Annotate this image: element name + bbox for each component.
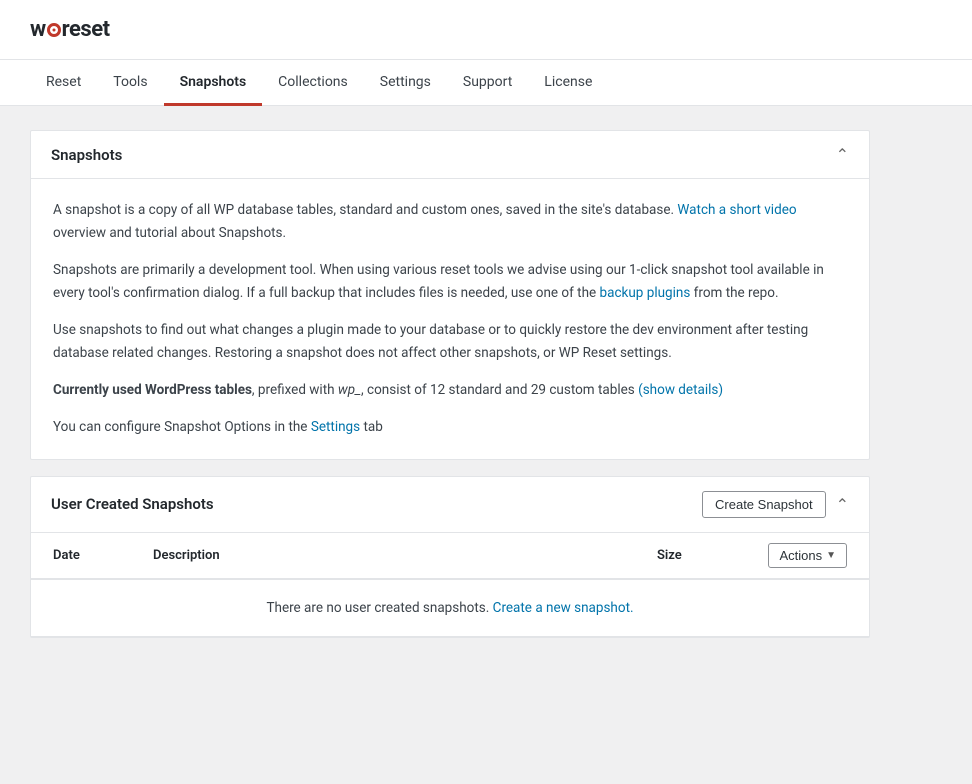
nav-item-tools[interactable]: Tools — [97, 60, 163, 106]
snapshots-para4: Currently used WordPress tables, prefixe… — [53, 379, 847, 402]
snapshots-card-body: A snapshot is a copy of all WP database … — [31, 179, 869, 459]
snapshots-card-header: Snapshots ⌃ — [31, 131, 869, 179]
snapshots-table: Date Description Size Actions ▼ There ar… — [31, 533, 869, 637]
empty-snapshots-row: There are no user created snapshots. Cre… — [31, 580, 869, 637]
logo-w: w — [30, 17, 46, 42]
col-header-description: Description — [153, 548, 657, 563]
show-details-link[interactable]: (show details) — [638, 382, 723, 398]
user-snapshots-title: User Created Snapshots — [51, 495, 214, 513]
actions-dropdown-button[interactable]: Actions ▼ — [768, 543, 847, 568]
col-header-size: Size — [657, 548, 737, 563]
nav-item-snapshots[interactable]: Snapshots — [164, 60, 263, 106]
user-snapshots-collapse-icon[interactable]: ⌃ — [836, 495, 849, 514]
header-actions: Create Snapshot ⌃ — [702, 491, 849, 518]
settings-link[interactable]: Settings — [311, 419, 360, 435]
dropdown-arrow-icon: ▼ — [826, 550, 836, 561]
user-snapshots-card: User Created Snapshots Create Snapshot ⌃… — [30, 476, 870, 638]
watch-video-link[interactable]: Watch a short video — [677, 202, 796, 218]
snapshots-para2: Snapshots are primarily a development to… — [53, 259, 847, 305]
nav-item-collections[interactable]: Collections — [262, 60, 364, 106]
create-new-snapshot-link[interactable]: Create a new snapshot. — [493, 600, 634, 616]
logo: wreset — [30, 17, 110, 42]
header: wreset — [0, 0, 972, 60]
col-header-actions: Actions ▼ — [737, 543, 847, 568]
table-header-row: Date Description Size Actions ▼ — [31, 533, 869, 580]
logo-icon — [47, 23, 61, 37]
nav-item-support[interactable]: Support — [447, 60, 528, 106]
col-header-date: Date — [53, 548, 153, 563]
page-wrapper: wreset Reset Tools Snapshots Collections… — [0, 0, 972, 784]
snapshots-card: Snapshots ⌃ A snapshot is a copy of all … — [30, 130, 870, 460]
nav-bar: Reset Tools Snapshots Collections Settin… — [0, 60, 972, 106]
nav-item-settings[interactable]: Settings — [364, 60, 447, 106]
user-snapshots-header: User Created Snapshots Create Snapshot ⌃ — [31, 477, 869, 533]
snapshots-para1: A snapshot is a copy of all WP database … — [53, 199, 847, 245]
logo-text: reset — [62, 17, 110, 42]
backup-plugins-link[interactable]: backup plugins — [600, 285, 691, 301]
snapshots-card-title: Snapshots — [51, 146, 122, 164]
content-area: Snapshots ⌃ A snapshot is a copy of all … — [0, 106, 900, 678]
snapshots-para3: Use snapshots to find out what changes a… — [53, 319, 847, 365]
snapshots-para5: You can configure Snapshot Options in th… — [53, 416, 847, 439]
nav-item-license[interactable]: License — [528, 60, 608, 106]
snapshots-collapse-icon[interactable]: ⌃ — [836, 145, 849, 164]
create-snapshot-button[interactable]: Create Snapshot — [702, 491, 826, 518]
nav-item-reset[interactable]: Reset — [30, 60, 97, 106]
